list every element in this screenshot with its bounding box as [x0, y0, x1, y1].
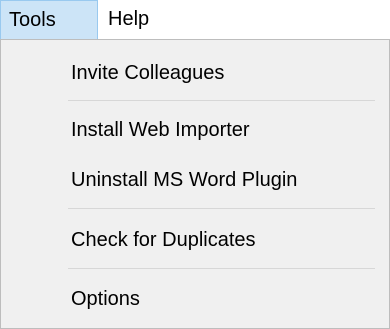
menu-item-invite-colleagues[interactable]: Invite Colleagues — [1, 53, 389, 93]
tools-dropdown-menu: Invite Colleagues Install Web Importer U… — [0, 39, 390, 329]
menu-help[interactable]: Help — [98, 0, 178, 39]
menu-bar: Tools Help — [0, 0, 390, 39]
menu-tools[interactable]: Tools — [0, 0, 98, 39]
menu-item-options[interactable]: Options — [1, 279, 389, 319]
menu-item-check-for-duplicates[interactable]: Check for Duplicates — [1, 220, 389, 260]
menu-separator — [68, 208, 375, 209]
menu-separator — [68, 268, 375, 269]
menu-separator — [68, 100, 375, 101]
menu-item-uninstall-ms-word-plugin[interactable]: Uninstall MS Word Plugin — [1, 160, 389, 200]
menu-item-install-web-importer[interactable]: Install Web Importer — [1, 110, 389, 150]
